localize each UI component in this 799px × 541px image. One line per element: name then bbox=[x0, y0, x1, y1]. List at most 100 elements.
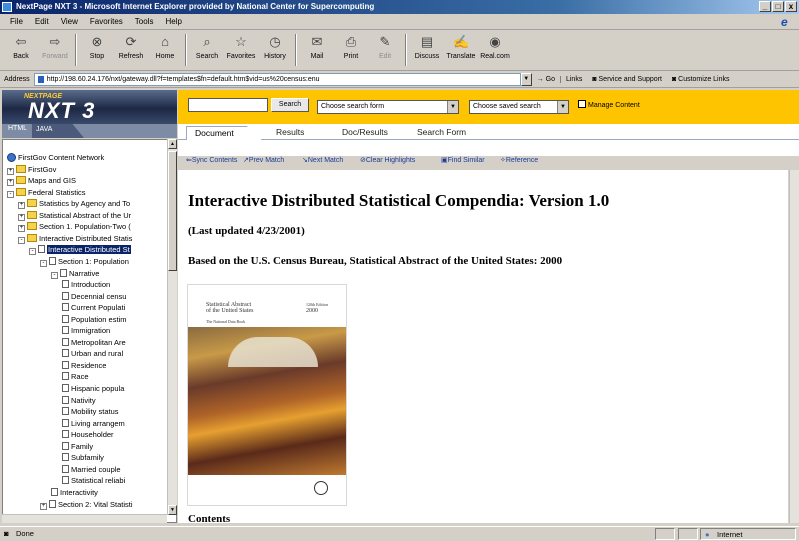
link-service-support[interactable]: ◙ Service and Support bbox=[587, 76, 667, 83]
tab-doc-results[interactable]: Doc/Results bbox=[342, 127, 388, 137]
tree-item[interactable]: - Section 1: Population bbox=[40, 256, 129, 267]
stop-button[interactable]: ⊗ Stop bbox=[80, 31, 114, 69]
discuss-button[interactable]: ▤ Discuss bbox=[410, 31, 444, 69]
tree-item[interactable]: Residence bbox=[62, 360, 106, 371]
tree-item[interactable]: + Section 1. Population-Two ( bbox=[18, 221, 131, 233]
menu-favorites[interactable]: Favorites bbox=[84, 17, 129, 26]
address-dropdown-button[interactable]: ▼ bbox=[520, 73, 532, 86]
saved-search-select[interactable]: Choose saved search ▼ bbox=[469, 100, 569, 114]
contents-heading: Contents bbox=[188, 513, 231, 525]
window-title-bar[interactable]: NextPage NXT 3 - Microsoft Internet Expl… bbox=[0, 0, 799, 14]
discuss-icon: ▤ bbox=[420, 34, 434, 49]
minimize-button[interactable]: _ bbox=[759, 1, 771, 12]
refresh-button[interactable]: ⟳ Refresh bbox=[114, 31, 148, 69]
tree-vertical-scrollbar[interactable]: ▲ ▼ bbox=[167, 139, 177, 515]
tree-item[interactable]: FirstGov Content Network bbox=[7, 152, 104, 163]
menu-view[interactable]: View bbox=[55, 17, 84, 26]
history-button[interactable]: ◷ History bbox=[258, 31, 292, 69]
tab-html[interactable]: HTML bbox=[8, 125, 27, 132]
chevron-down-icon: ▼ bbox=[447, 101, 458, 113]
sync-contents-button[interactable]: ⇐Sync Contents bbox=[186, 156, 237, 164]
tree-item-label: Decennial censu bbox=[71, 291, 127, 301]
tree-item[interactable]: Urban and rural bbox=[62, 348, 123, 359]
expand-icon[interactable]: + bbox=[7, 167, 14, 175]
tree-item[interactable]: - Federal Statistics bbox=[7, 187, 86, 198]
toolbar-button-label: Discuss bbox=[414, 53, 440, 60]
maximize-button[interactable]: □ bbox=[772, 1, 784, 12]
tree-item[interactable]: Nativity bbox=[62, 395, 96, 406]
tab-java[interactable]: JAVA bbox=[32, 124, 84, 138]
favorites-button[interactable]: ☆ Favorites bbox=[224, 31, 258, 69]
real-com-button[interactable]: ◉ Real.com bbox=[478, 31, 512, 69]
prev-match-button[interactable]: ↗Prev Match bbox=[243, 156, 284, 164]
tree-item[interactable]: Decennial censu bbox=[62, 291, 126, 302]
expand-icon[interactable]: + bbox=[18, 225, 25, 233]
manage-content-link[interactable]: Manage Content bbox=[578, 100, 640, 109]
tree-item[interactable]: Hispanic popula bbox=[62, 383, 124, 394]
scroll-down-icon[interactable]: ▼ bbox=[168, 505, 177, 515]
collapse-icon[interactable]: - bbox=[18, 236, 25, 244]
window-controls: _ □ x bbox=[759, 1, 797, 12]
tree-horizontal-scrollbar[interactable] bbox=[2, 514, 167, 523]
tree-item[interactable]: Householder bbox=[62, 429, 114, 440]
link-customize-links[interactable]: ◙ Customize Links bbox=[667, 76, 735, 83]
mail-button[interactable]: ✉ Mail bbox=[300, 31, 334, 69]
tree-item[interactable]: + Statistical Abstract of the Ur bbox=[18, 210, 131, 221]
search-button[interactable]: ⌕ Search bbox=[190, 31, 224, 69]
tree-item[interactable]: Current Populati bbox=[62, 302, 125, 313]
back-button[interactable]: ⇦ Back bbox=[4, 31, 38, 69]
address-input[interactable]: http://198.60.24.176/nxt/gateway.dll?f=t… bbox=[33, 73, 521, 86]
collapse-icon[interactable]: - bbox=[7, 190, 14, 198]
tree-item[interactable]: Married couple bbox=[62, 464, 121, 475]
content-tool-label: Next Match bbox=[307, 157, 344, 164]
menu-edit[interactable]: Edit bbox=[29, 17, 55, 26]
go-button[interactable]: → Go bbox=[532, 76, 560, 83]
tree-item[interactable]: Interactivity bbox=[51, 487, 98, 498]
next-match-button[interactable]: ↘Next Match bbox=[302, 156, 343, 164]
tree-item[interactable]: + Maps and GIS bbox=[7, 175, 76, 187]
scroll-up-icon[interactable]: ▲ bbox=[168, 139, 177, 149]
tree-item[interactable]: Subfamily bbox=[62, 452, 104, 463]
print-button[interactable]: ⎙ Print bbox=[334, 31, 368, 69]
menu-tools[interactable]: Tools bbox=[129, 17, 160, 26]
tree-item[interactable]: - Interactive Distributed Statis bbox=[18, 233, 132, 244]
reference-button[interactable]: ✧Reference bbox=[500, 156, 538, 164]
expand-icon[interactable]: + bbox=[40, 502, 47, 510]
tree-item[interactable]: - Interactive Distributed St bbox=[29, 244, 131, 256]
tree-item[interactable]: Family bbox=[62, 441, 93, 452]
search-form-select[interactable]: Choose search form ▼ bbox=[317, 100, 459, 114]
document-icon bbox=[62, 280, 69, 289]
document-vertical-scrollbar[interactable] bbox=[789, 170, 799, 523]
tree-item[interactable]: Introduction bbox=[62, 279, 110, 290]
tab-results[interactable]: Results bbox=[276, 127, 304, 137]
collapse-icon[interactable]: - bbox=[40, 259, 47, 267]
collapse-icon[interactable]: - bbox=[29, 248, 36, 256]
tree-item[interactable]: + Statistics by Agency and To bbox=[18, 198, 130, 210]
expand-icon[interactable]: + bbox=[18, 202, 25, 210]
close-button[interactable]: x bbox=[785, 1, 797, 12]
menu-file[interactable]: File bbox=[4, 17, 29, 26]
tree-item[interactable]: Race bbox=[62, 371, 89, 382]
tree-scroll-thumb[interactable] bbox=[168, 151, 177, 271]
tree-item[interactable]: Mobility status bbox=[62, 406, 119, 417]
tree-item[interactable]: Living arrangem bbox=[62, 418, 125, 429]
menu-help[interactable]: Help bbox=[159, 17, 187, 26]
expand-icon[interactable]: + bbox=[7, 179, 14, 187]
expand-icon[interactable]: + bbox=[18, 213, 25, 221]
tree-item[interactable]: Population estim bbox=[62, 314, 126, 325]
toolbar-button-label: Edit bbox=[378, 53, 392, 60]
collapse-icon[interactable]: - bbox=[51, 271, 58, 279]
home-button[interactable]: ⌂ Home bbox=[148, 31, 182, 69]
search-button[interactable]: Search bbox=[271, 98, 309, 112]
tree-item[interactable]: Statistical reliabi bbox=[62, 475, 125, 486]
tree-item[interactable]: + FirstGov bbox=[7, 164, 56, 175]
tab-search-form[interactable]: Search Form bbox=[417, 127, 466, 137]
tree-item[interactable]: Metropolitan Are bbox=[62, 337, 126, 348]
find-similar-button[interactable]: ▣Find Similar bbox=[441, 156, 485, 164]
tree-item[interactable]: Immigration bbox=[62, 325, 110, 336]
tree-item[interactable]: + Section 2: Vital Statisti bbox=[40, 499, 132, 510]
clear-highlights-button[interactable]: ⊘Clear Highlights bbox=[360, 156, 415, 164]
search-input[interactable] bbox=[188, 98, 268, 112]
tree-item[interactable]: - Narrative bbox=[51, 268, 99, 279]
translate-button[interactable]: ✍ Translate bbox=[444, 31, 478, 69]
